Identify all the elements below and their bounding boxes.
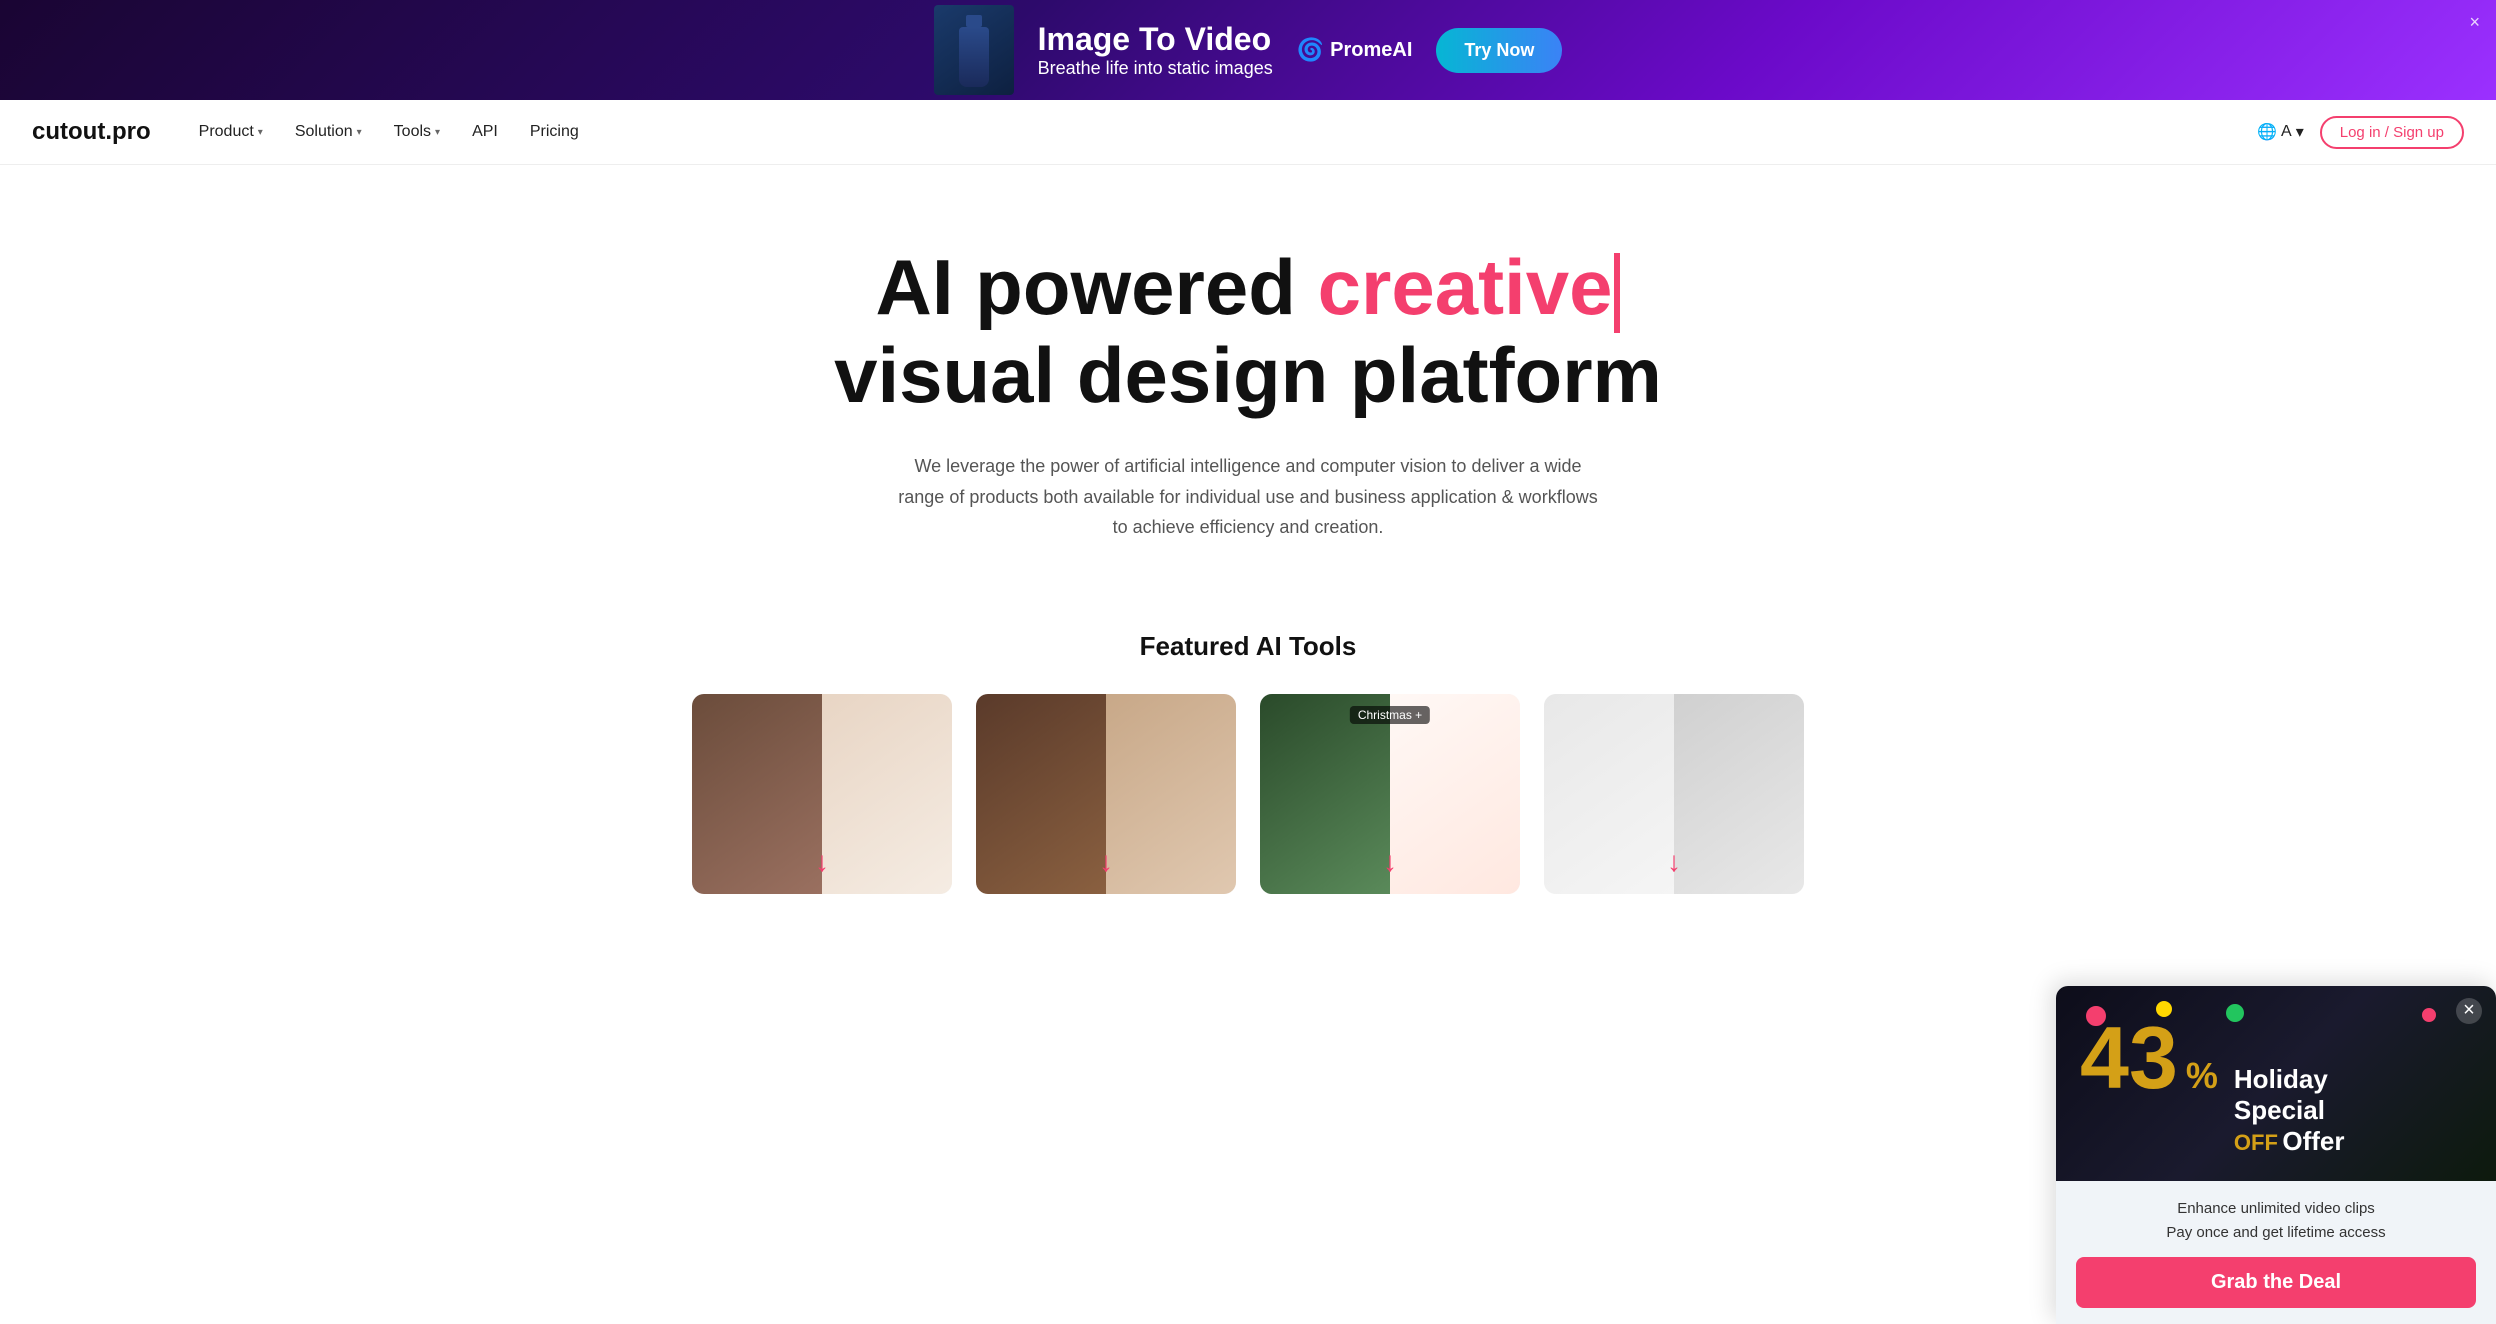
tool-card-3-before (1260, 694, 1390, 894)
hero-description: We leverage the power of artificial inte… (898, 451, 1598, 543)
tool-tag: Christmas + (1350, 706, 1430, 724)
arrow-icon: ↓ (1099, 846, 1113, 878)
tool-card-4[interactable]: ↓ (1544, 694, 1804, 894)
arrow-icon: ↓ (1667, 846, 1681, 878)
nav-item-pricing[interactable]: Pricing (530, 123, 579, 141)
site-logo[interactable]: cutout.pro (32, 118, 151, 146)
ad-try-button[interactable]: Try Now (1436, 28, 1562, 73)
popup-offer: Offer (2282, 1126, 2344, 1156)
tool-card-1[interactable]: ↓ (692, 694, 952, 894)
arrow-icon: ↓ (815, 846, 829, 878)
popup-desc: Enhance unlimited video clips Pay once a… (2076, 1197, 2476, 1245)
tools-grid: ↓ ↓ Christmas + ↓ ↓ (568, 694, 1928, 894)
ad-subtitle: Breathe life into static images (1038, 58, 1273, 79)
popup-banner: × 43 % Holiday Special OFF Offer (2056, 986, 2496, 1181)
language-selector[interactable]: 🌐 A ▾ (2257, 122, 2304, 142)
chevron-down-icon: ▾ (435, 127, 440, 138)
nav-item-product[interactable]: Product ▾ (199, 123, 263, 141)
nav-links: Product ▾ Solution ▾ Tools ▾ API Pricing (199, 123, 2257, 141)
chevron-down-icon: ▾ (258, 127, 263, 138)
ad-close-icon[interactable]: × (2469, 12, 2480, 33)
popup-close-icon[interactable]: × (2456, 998, 2482, 1024)
hero-title-part2: visual design platform (834, 331, 1662, 419)
nav-item-solution[interactable]: Solution ▾ (295, 123, 362, 141)
popup-desc-line2: Pay once and get lifetime access (2076, 1221, 2476, 1245)
hero-title-part1: AI powered (876, 243, 1318, 331)
login-button[interactable]: Log in / Sign up (2320, 116, 2464, 149)
nav-item-api[interactable]: API (472, 123, 498, 141)
popup-text-block: Holiday Special OFF Offer (2234, 1064, 2345, 1157)
discount-percent: % (2186, 1055, 2218, 1097)
tool-card-3-after (1390, 694, 1520, 894)
tool-card-4-before (1544, 694, 1674, 894)
nav-right: 🌐 A ▾ Log in / Sign up (2257, 116, 2464, 149)
tool-card-2-after (1106, 694, 1236, 894)
hero-title-accent: creative (1318, 243, 1613, 331)
ad-logo: 🌀 PromeAI (1297, 37, 1413, 63)
hero-section: AI powered creative visual design platfo… (648, 165, 1848, 631)
cursor-blink (1614, 253, 1620, 333)
ad-banner: Image To Video Breathe life into static … (0, 0, 2496, 100)
popup-off: OFF (2234, 1130, 2278, 1155)
tool-card-2-before (976, 694, 1106, 894)
navbar: cutout.pro Product ▾ Solution ▾ Tools ▾ … (0, 100, 2496, 165)
ad-perfume-image (934, 5, 1014, 95)
ornament-red2 (2422, 1008, 2436, 1022)
translate-icon: 🌐 (2257, 122, 2277, 142)
chevron-down-icon: ▾ (2296, 122, 2304, 142)
featured-title: Featured AI Tools (568, 631, 1928, 662)
tool-card-4-after (1674, 694, 1804, 894)
ornament-gold (2156, 1001, 2172, 1017)
popup-desc-line1: Enhance unlimited video clips (2076, 1197, 2476, 1221)
ornament-green (2226, 1004, 2244, 1022)
tool-card-1-before (692, 694, 822, 894)
discount-number: 43 (2080, 1014, 2178, 1102)
promeai-icon: 🌀 (1297, 37, 1324, 63)
popup-bottom: Enhance unlimited video clips Pay once a… (2056, 1181, 2496, 1324)
popup-holiday: Holiday (2234, 1064, 2345, 1095)
tool-card-3[interactable]: Christmas + ↓ (1260, 694, 1520, 894)
chevron-down-icon: ▾ (357, 127, 362, 138)
ornament-red (2086, 1006, 2106, 1026)
grab-deal-button[interactable]: Grab the Deal (2076, 1257, 2476, 1308)
tool-card-1-after (822, 694, 952, 894)
popup-percent-block: % (2186, 1055, 2218, 1097)
ad-text: Image To Video Breathe life into static … (1038, 21, 1273, 79)
ad-title: Image To Video (1038, 21, 1273, 58)
holiday-popup: × 43 % Holiday Special OFF Offer Enhance… (2056, 986, 2496, 1324)
popup-discount: 43 % Holiday Special OFF Offer (2080, 1014, 2344, 1157)
featured-tools-section: Featured AI Tools ↓ ↓ Christmas + ↓ (548, 631, 1948, 914)
nav-item-tools[interactable]: Tools ▾ (394, 123, 440, 141)
tool-card-2[interactable]: ↓ (976, 694, 1236, 894)
popup-special: Special (2234, 1095, 2345, 1126)
hero-title: AI powered creative visual design platfo… (668, 245, 1828, 419)
arrow-icon: ↓ (1383, 846, 1397, 878)
